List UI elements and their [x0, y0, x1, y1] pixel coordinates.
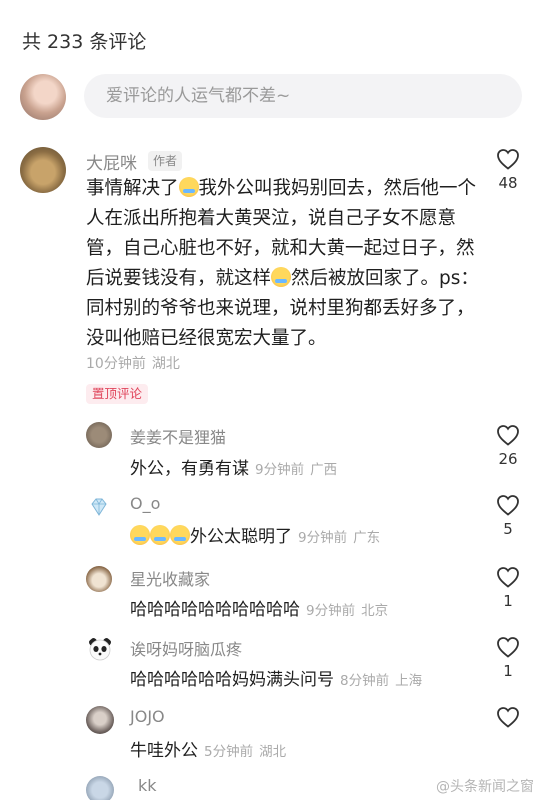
heart-icon	[497, 707, 519, 728]
avatar[interactable]	[86, 422, 112, 448]
reply-location: 湖北	[259, 744, 287, 760]
comment-text-part: 事情解决了	[86, 178, 179, 199]
reply-text: 牛哇外公 5分钟前 湖北	[130, 736, 286, 761]
crying-emoji-icon	[271, 267, 292, 287]
comment-meta: 10分钟前 湖北	[86, 353, 180, 373]
crying-emoji-icon	[130, 525, 150, 545]
like-button[interactable]: 48	[485, 148, 531, 192]
reply-time: 9分钟前	[298, 530, 348, 546]
reply-author[interactable]: 诶呀妈呀脑瓜疼	[130, 636, 242, 660]
like-count: 26	[498, 450, 518, 468]
reply-location: 上海	[395, 673, 423, 689]
reply-location: 广东	[353, 530, 381, 546]
like-button[interactable]: 5	[485, 494, 531, 538]
reply-content: 外公，有勇有谋	[130, 459, 249, 479]
watermark: @头条新闻之窗	[436, 779, 534, 795]
like-button[interactable]	[485, 706, 531, 728]
reply-text: 哈哈哈哈哈哈哈哈哈哈 9分钟前 北京	[130, 595, 388, 620]
reply-author[interactable]: 姜姜不是狸猫	[130, 424, 226, 448]
comment-time: 10分钟前	[86, 356, 146, 372]
heart-icon	[497, 149, 519, 170]
reply-text: 外公，有勇有谋 9分钟前 广西	[130, 454, 337, 479]
reply-time: 8分钟前	[340, 673, 390, 689]
heart-icon	[497, 567, 519, 588]
like-count: 48	[498, 174, 518, 192]
reply-time: 9分钟前	[306, 603, 356, 619]
reply-location: 北京	[361, 603, 389, 619]
comment-input[interactable]: 爱评论的人运气都不差~	[84, 74, 522, 118]
heart-icon	[497, 637, 519, 658]
panda-avatar[interactable]	[86, 636, 114, 664]
comment-input-row: 爱评论的人运气都不差~	[20, 72, 522, 122]
reply-content: 哈哈哈哈哈哈妈妈满头问号	[130, 670, 334, 690]
diamond-icon[interactable]	[88, 496, 110, 518]
comment-author[interactable]: 大屁咪	[86, 149, 137, 174]
comment-location: 湖北	[151, 356, 180, 372]
avatar[interactable]	[86, 566, 112, 592]
reply-content: 外公太聪明了	[190, 527, 292, 547]
crying-emoji-icon	[178, 177, 199, 197]
reply-time: 9分钟前	[255, 462, 305, 478]
heart-icon	[497, 425, 519, 446]
comment-text: 事情解决了 我外公叫我妈别回去，然后他一个人在派出所抱着大黄哭泣，说自己子女不愿意…	[86, 174, 486, 354]
reply-content: 哈哈哈哈哈哈哈哈哈哈	[130, 600, 300, 620]
reply-location: 广西	[310, 462, 338, 478]
comment-count: 共 233 条评论	[22, 31, 147, 53]
avatar[interactable]	[20, 147, 66, 193]
reply-text: 外公太聪明了 9分钟前 广东	[130, 522, 380, 547]
reply-author[interactable]: O_o	[130, 494, 160, 513]
like-button[interactable]: 1	[485, 566, 531, 610]
avatar[interactable]	[86, 706, 114, 734]
reply-author[interactable]: kk	[138, 776, 157, 795]
reply-author[interactable]: JOJO	[130, 707, 165, 726]
reply-content: 牛哇外公	[130, 741, 198, 761]
reply-author[interactable]: 星光收藏家	[130, 566, 210, 590]
like-button[interactable]: 1	[485, 636, 531, 680]
like-count: 1	[503, 662, 513, 680]
author-badge: 作者	[148, 151, 183, 171]
crying-emoji-icon	[150, 525, 170, 545]
like-count: 5	[503, 520, 513, 538]
reply-time: 5分钟前	[204, 744, 254, 760]
like-count: 1	[503, 592, 513, 610]
crying-emoji-icon	[170, 525, 190, 545]
avatar[interactable]	[86, 776, 114, 800]
pinned-badge: 置顶评论	[86, 384, 149, 404]
reply-text: 哈哈哈哈哈哈妈妈满头问号 8分钟前 上海	[130, 665, 422, 690]
like-button[interactable]: 26	[485, 424, 531, 468]
current-user-avatar	[20, 74, 66, 120]
heart-icon	[497, 495, 519, 516]
